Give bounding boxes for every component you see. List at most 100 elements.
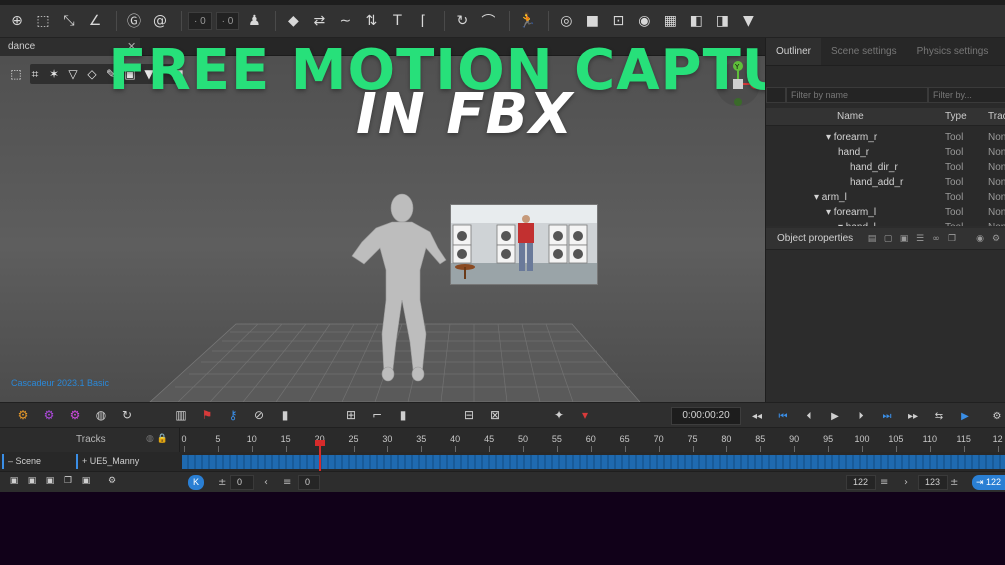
- reference-video-panel[interactable]: [450, 204, 598, 285]
- outliner-row[interactable]: ▾ forearm_r Tool None: [766, 130, 1005, 145]
- outliner-row[interactable]: ▾ forearm_l Tool None: [766, 205, 1005, 220]
- loop-icon[interactable]: ◍: [92, 406, 110, 424]
- sparkle-icon[interactable]: ✦: [550, 406, 568, 424]
- menu-icon[interactable]: ≡: [283, 475, 291, 490]
- gear-orange-icon[interactable]: ⚙: [14, 406, 32, 424]
- window-icon[interactable]: ◨: [711, 10, 733, 32]
- folder-edit-icon[interactable]: ▣: [44, 475, 56, 487]
- scene-track-label[interactable]: – Scene: [2, 454, 72, 469]
- text-icon[interactable]: T: [386, 10, 408, 32]
- focus-icon[interactable]: ⊡: [607, 10, 629, 32]
- outliner-row[interactable]: hand_r Tool None: [766, 145, 1005, 160]
- column-name[interactable]: Name: [837, 108, 864, 126]
- go-end-icon[interactable]: ⏭: [878, 407, 896, 425]
- column-type[interactable]: Type: [945, 108, 967, 126]
- start-frame-field[interactable]: 0: [230, 475, 254, 490]
- frame-icon[interactable]: ⊞: [342, 406, 360, 424]
- layers-icon[interactable]: ◧: [685, 10, 707, 32]
- character-track-label[interactable]: + UE5_Manny: [76, 454, 166, 469]
- settings-icon[interactable]: ⚙: [990, 233, 1002, 245]
- copy-icon[interactable]: ❐: [946, 233, 958, 245]
- playhead[interactable]: [319, 442, 321, 471]
- rewind-icon[interactable]: ◂◂: [748, 407, 766, 425]
- step-curve-icon[interactable]: ⌐: [368, 406, 386, 424]
- curve-icon[interactable]: ∼: [334, 10, 356, 32]
- join-icon[interactable]: ⊠: [486, 406, 504, 424]
- numeric-field-b[interactable]: · 0: [215, 12, 240, 30]
- frame-field[interactable]: 0: [298, 475, 320, 490]
- grid-icon[interactable]: ▦: [659, 10, 681, 32]
- arc-icon[interactable]: ⌒: [477, 10, 499, 32]
- go-start-icon[interactable]: ⏮: [774, 407, 792, 425]
- copy-icon[interactable]: ❐: [62, 475, 74, 487]
- eraser-icon[interactable]: ◆: [282, 10, 304, 32]
- plus-minus-icon[interactable]: ±: [218, 475, 226, 490]
- folder-add-icon[interactable]: ▣: [26, 475, 38, 487]
- column-tracks[interactable]: Tracks: [988, 108, 1005, 126]
- timeline-settings-icon[interactable]: ⚙: [988, 407, 1005, 425]
- tab-outliner[interactable]: Outliner: [766, 38, 822, 65]
- settings-icon[interactable]: ⚙: [106, 475, 118, 487]
- flag-icon[interactable]: ⚑: [198, 406, 216, 424]
- step-back-icon[interactable]: ⏴: [800, 407, 818, 425]
- ik-icon[interactable]: ▮: [276, 406, 294, 424]
- list-icon[interactable]: ☰: [914, 233, 926, 245]
- logo-icon[interactable]: ▼: [737, 10, 759, 32]
- end-key-badge[interactable]: ⇥ 122: [972, 475, 1005, 490]
- gear-magenta-icon[interactable]: ⚙: [66, 406, 84, 424]
- step-forward-icon[interactable]: ⏵: [852, 407, 870, 425]
- figure-icon[interactable]: ♟: [243, 10, 265, 32]
- camera-icon[interactable]: ■: [581, 10, 603, 32]
- plus-minus-icon[interactable]: ±: [950, 475, 958, 490]
- tab-physics-settings[interactable]: Physics settings: [907, 38, 999, 65]
- link-icon[interactable]: ∞: [930, 233, 942, 245]
- box-icon[interactable]: ▣: [898, 233, 910, 245]
- lock-icon[interactable]: ◍ 🔒: [146, 434, 168, 444]
- play-range-icon[interactable]: ▶: [956, 407, 974, 425]
- numeric-field-a[interactable]: · 0: [188, 12, 212, 30]
- props-icon[interactable]: ▤: [866, 233, 878, 245]
- run-icon[interactable]: 🏃: [516, 10, 538, 32]
- spiral-target-icon[interactable]: ◉: [633, 10, 655, 32]
- target-icon[interactable]: ◎: [555, 10, 577, 32]
- select-box-icon[interactable]: ⬚: [32, 10, 54, 32]
- play-icon[interactable]: ▶: [826, 407, 844, 425]
- spiral-icon[interactable]: @: [149, 10, 171, 32]
- shuffle-icon[interactable]: ⇅: [360, 10, 382, 32]
- bars-icon[interactable]: ▥: [172, 406, 190, 424]
- pin-icon[interactable]: ▾: [576, 406, 594, 424]
- eye-icon[interactable]: ◉: [974, 233, 986, 245]
- rotate-icon[interactable]: ↻: [451, 10, 473, 32]
- start-key-badge[interactable]: K: [188, 475, 204, 490]
- bracket-icon[interactable]: ⌈: [412, 10, 434, 32]
- end-frame-field-a[interactable]: 122: [846, 475, 876, 490]
- outliner-row[interactable]: hand_dir_r Tool None: [766, 160, 1005, 175]
- folder-icon[interactable]: ▣: [8, 475, 20, 487]
- refresh-icon[interactable]: ↻: [118, 406, 136, 424]
- globe-icon[interactable]: ⊕: [6, 10, 28, 32]
- square-icon[interactable]: ▢: [882, 233, 894, 245]
- scale-icon[interactable]: ⤡: [58, 10, 80, 32]
- keyframe-track-bar[interactable]: [182, 455, 1005, 469]
- ik-alt-icon[interactable]: ▮: [394, 406, 412, 424]
- frame-ruler[interactable]: 0 5 10 15 20 25 30 35 40 45 50 55 60 65 70 75 80 85 90 95 10…: [180, 428, 1005, 452]
- current-time-field[interactable]: 0:00:00:20: [671, 407, 741, 425]
- gravity-icon[interactable]: Ⓖ: [123, 10, 145, 32]
- loop-toggle-icon[interactable]: ⇆: [930, 407, 948, 425]
- swap-icon[interactable]: ⇄: [308, 10, 330, 32]
- menu-icon[interactable]: ≡: [880, 475, 888, 490]
- end-frame-field-b[interactable]: 123: [918, 475, 948, 490]
- outliner-row[interactable]: hand_add_r Tool None: [766, 175, 1005, 190]
- gear-purple-icon[interactable]: ⚙: [40, 406, 58, 424]
- key-icon[interactable]: ⚷: [224, 406, 242, 424]
- outliner-row[interactable]: ▾ arm_l Tool None: [766, 190, 1005, 205]
- angle-icon[interactable]: ∠: [84, 10, 106, 32]
- chevron-right-icon[interactable]: ›: [904, 475, 908, 490]
- export-icon[interactable]: ▣: [80, 475, 92, 487]
- tab-scene-settings[interactable]: Scene settings: [821, 38, 907, 65]
- filter-by-type-input[interactable]: Filter by...: [928, 87, 1005, 103]
- fast-forward-icon[interactable]: ▸▸: [904, 407, 922, 425]
- chevron-left-icon[interactable]: ‹: [264, 475, 268, 490]
- no-icon[interactable]: ⊘: [250, 406, 268, 424]
- split-icon[interactable]: ⊟: [460, 406, 478, 424]
